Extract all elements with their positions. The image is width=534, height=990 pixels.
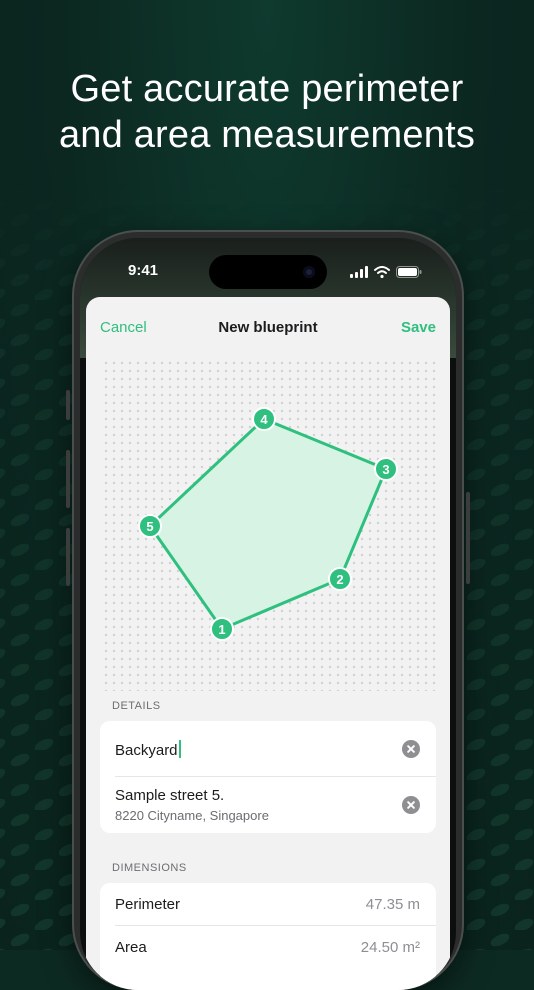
name-field[interactable]: Backyard	[115, 740, 181, 759]
clear-address-button[interactable]	[402, 796, 420, 814]
wifi-icon	[374, 266, 390, 278]
details-section-label: DETAILS	[112, 700, 161, 712]
area-value: 24.50 m²	[360, 939, 420, 956]
phone-screen: 9:41 Cancel New blueprint Save 1 2 3 4 5…	[80, 238, 456, 990]
vertex-label-4: 4	[260, 412, 268, 427]
clear-name-button[interactable]	[402, 740, 420, 758]
sheet-title: New blueprint	[218, 319, 318, 336]
new-blueprint-sheet: Cancel New blueprint Save 1 2 3 4 5 DETA…	[86, 297, 450, 990]
blueprint-shape: 1 2 3 4 5	[138, 407, 398, 641]
phone-frame: 9:41 Cancel New blueprint Save 1 2 3 4 5…	[66, 230, 470, 990]
address-field-row[interactable]: Sample street 5. 8220 Cityname, Singapor…	[100, 777, 436, 833]
vertex-point-5[interactable]: 5	[138, 514, 162, 538]
navigation-bar: Cancel New blueprint Save	[86, 297, 450, 357]
vertex-point-1[interactable]: 1	[210, 617, 234, 641]
phone-action-button	[66, 390, 70, 420]
headline-line-2: and area measurements	[58, 114, 476, 156]
phone-volume-down-button	[66, 528, 70, 586]
vertex-label-5: 5	[146, 519, 153, 534]
perimeter-value: 47.35 m	[365, 896, 420, 913]
blueprint-canvas[interactable]: 1 2 3 4 5	[100, 357, 436, 691]
vertex-point-4[interactable]: 4	[252, 407, 276, 431]
status-icons	[350, 266, 422, 278]
headline-line-1: Get accurate perimeter	[70, 68, 464, 110]
vertex-point-3[interactable]: 3	[374, 457, 398, 481]
name-field-value: Backyard	[115, 742, 178, 759]
save-button[interactable]: Save	[401, 319, 436, 336]
text-caret	[178, 740, 181, 758]
address-line-2: 8220 Cityname, Singapore	[115, 808, 269, 823]
cellular-signal-icon	[350, 266, 368, 278]
area-label: Area	[115, 939, 147, 956]
headline: Get accurate perimeter and area measurem…	[0, 66, 534, 158]
details-card: Backyard Sample street 5. 8220 Cityname,…	[100, 721, 436, 833]
phone-volume-up-button	[66, 450, 70, 508]
blueprint-polygon	[148, 417, 388, 631]
area-row: Area 24.50 m²	[100, 926, 436, 968]
vertex-point-2[interactable]: 2	[328, 567, 352, 591]
vertex-label-1: 1	[218, 622, 225, 637]
vertex-label-3: 3	[382, 462, 389, 477]
camera-icon	[303, 266, 315, 278]
perimeter-label: Perimeter	[115, 896, 181, 913]
name-field-row[interactable]: Backyard	[100, 721, 436, 776]
vertex-label-2: 2	[336, 572, 343, 587]
phone-power-button	[466, 492, 470, 584]
address-line-1: Sample street 5.	[115, 787, 225, 804]
dimensions-card: Perimeter 47.35 m Area 24.50 m²	[100, 883, 436, 990]
perimeter-row: Perimeter 47.35 m	[100, 883, 436, 925]
battery-icon	[396, 266, 422, 278]
dynamic-island	[209, 255, 327, 289]
status-time: 9:41	[128, 262, 159, 279]
dimensions-section-label: DIMENSIONS	[112, 862, 187, 874]
